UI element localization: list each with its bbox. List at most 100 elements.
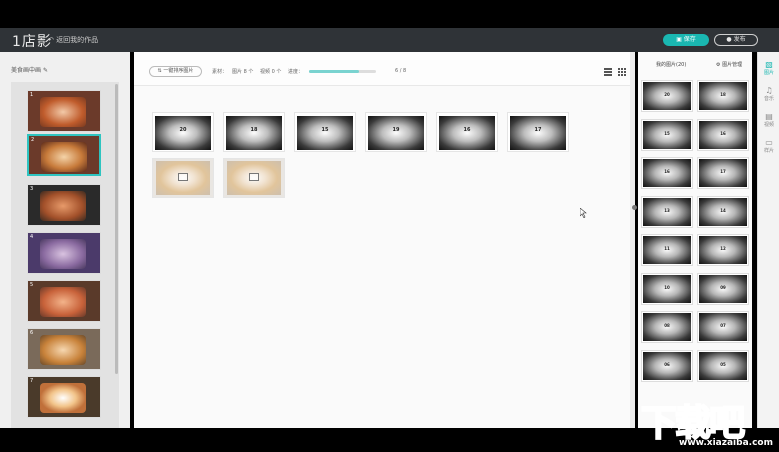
slide-image [40, 239, 86, 269]
slide-number: 1 [30, 92, 34, 98]
slide-thumb-7[interactable]: 7 [27, 376, 101, 418]
library-tile[interactable]: 16 [641, 157, 693, 189]
right-sidebar: ▧ 图片 ♫ 音乐 ▤ 视频 ▭ 样片 [757, 52, 779, 428]
material-label: 素材： [212, 69, 228, 75]
library-title: 我的图片(20) [656, 62, 687, 68]
slide-image [40, 97, 86, 127]
back-arrow-icon: ↶ [48, 36, 54, 44]
tile-label: 15 [321, 127, 329, 133]
image-icon: ▧ [765, 60, 773, 69]
library-tile-label: 07 [720, 323, 726, 328]
progress-fill [309, 70, 360, 73]
tile-image [155, 116, 211, 150]
library-tile-label: 11 [664, 246, 670, 251]
library-tile[interactable]: 07 [697, 311, 749, 343]
library-tile[interactable]: 18 [697, 80, 749, 112]
library-tile[interactable]: 09 [697, 272, 749, 305]
sidebar-item-sample[interactable]: ▭ 样片 [758, 138, 779, 154]
workspace-toolbar: ⇅ 一键排序图片 素材： 图片 8 个 视频 0 个 进度： 6 / 8 [134, 52, 630, 86]
slides-panel: 美食画中画 ✎ 1 2 3 4 5 6 7 [0, 52, 130, 428]
sidebar-label: 样片 [763, 148, 774, 154]
slide-thumb-1[interactable]: 1 [27, 90, 101, 132]
tile-image [226, 116, 282, 150]
library-tile-label: 08 [664, 323, 670, 328]
sidebar-item-video[interactable]: ▤ 视频 [758, 112, 779, 128]
slide-list: 1 2 3 4 5 6 7 [11, 82, 119, 428]
music-icon: ♫ [765, 86, 773, 95]
progress-bar [309, 70, 376, 73]
save-icon: ▣ [676, 36, 682, 43]
back-link[interactable]: ↶ 返回我的作品 [48, 35, 98, 45]
canvas-tile[interactable]: 16 [436, 112, 498, 152]
library-tile[interactable]: 11 [641, 234, 693, 266]
library-tile-label: 09 [720, 284, 726, 290]
tile-label: 19 [392, 127, 400, 133]
slide-thumb-6[interactable]: 6 [27, 328, 101, 370]
list-view-icon[interactable] [604, 68, 612, 76]
tile-label: 16 [463, 127, 471, 133]
sort-images-button[interactable]: ⇅ 一键排序图片 [149, 66, 202, 77]
tile-label: 18 [250, 127, 258, 133]
sidebar-item-music[interactable]: ♫ 音乐 [758, 86, 779, 102]
library-tile[interactable]: 12 [697, 234, 749, 266]
slide-number: 7 [30, 378, 34, 384]
grid-view-icon[interactable] [618, 68, 626, 76]
tile-label: 17 [534, 127, 542, 133]
image-library: 我的图片(20) ⚙ 图片管理 20 18 15 16 16 17 13 14 11 12 10 09… [638, 52, 752, 428]
library-tile-label: 15 [664, 130, 670, 136]
collapse-handle[interactable] [632, 205, 637, 210]
slide-thumb-4[interactable]: 4 [27, 232, 101, 274]
library-tile[interactable]: 10 [641, 272, 693, 305]
canvas-tile[interactable]: 19 [365, 112, 427, 152]
edit-pencil-icon[interactable]: ✎ [43, 67, 48, 74]
sidebar-item-images[interactable]: ▧ 图片 [758, 60, 779, 76]
film-icon: ▤ [765, 112, 773, 121]
canvas-tile[interactable]: 20 [152, 112, 214, 152]
project-title[interactable]: 美食画中画 ✎ [11, 65, 48, 74]
watermark-url: www.xiazaiba.com [679, 438, 773, 448]
library-tile-label: 17 [720, 169, 726, 174]
library-tile-label: 14 [720, 207, 726, 213]
sidebar-label: 图片 [763, 70, 774, 76]
canvas-tile-photo[interactable] [152, 158, 214, 198]
canvas-tile[interactable]: 15 [294, 112, 356, 152]
library-tile[interactable]: 06 [641, 349, 693, 382]
library-tile[interactable]: 16 [697, 118, 749, 151]
library-tile-label: 16 [720, 130, 726, 136]
library-tile[interactable]: 17 [697, 157, 749, 189]
save-button[interactable]: ▣ 保存 [663, 34, 709, 46]
library-tile[interactable]: 08 [641, 311, 693, 343]
canvas-tile-photo[interactable] [223, 158, 285, 198]
slide-thumb-5[interactable]: 5 [27, 280, 101, 322]
slide-image [41, 142, 87, 172]
library-tile[interactable]: 20 [641, 80, 693, 112]
publish-icon: ● [726, 36, 732, 43]
slide-image [40, 191, 86, 221]
watermark: 下载吧 www.xiazaiba.com [639, 394, 779, 452]
slide-number: 4 [30, 234, 34, 240]
sort-icon: ⇅ [157, 68, 162, 74]
library-tile-label: 16 [664, 169, 670, 174]
library-tile[interactable]: 14 [697, 195, 749, 228]
sort-label: 一键排序图片 [163, 68, 194, 74]
mouse-cursor-icon [580, 208, 587, 218]
canvas-tile[interactable]: 17 [507, 112, 569, 152]
manage-images-button[interactable]: ⚙ 图片管理 [716, 61, 742, 68]
top-bar: 1店影 ↶ 返回我的作品 ▣ 保存 ● 发布 [0, 28, 779, 52]
slide-thumb-2[interactable]: 2 [27, 134, 101, 176]
library-tile[interactable]: 15 [641, 118, 693, 151]
library-tile[interactable]: 05 [697, 349, 749, 382]
tile-image [439, 116, 495, 150]
library-tile-label: 20 [664, 92, 670, 97]
library-tile[interactable]: 13 [641, 195, 693, 228]
canvas-tile[interactable]: 18 [223, 112, 285, 152]
slide-list-scrollbar[interactable] [115, 84, 118, 374]
workspace: ⇅ 一键排序图片 素材： 图片 8 个 视频 0 个 进度： 6 / 8 20 … [134, 52, 630, 428]
publish-button[interactable]: ● 发布 [714, 34, 758, 46]
progress-label: 进度： [288, 69, 304, 75]
save-label: 保存 [683, 36, 696, 43]
back-label: 返回我的作品 [56, 36, 99, 44]
tile-image [297, 116, 353, 150]
slide-thumb-3[interactable]: 3 [27, 184, 101, 226]
slide-number: 5 [30, 282, 34, 288]
